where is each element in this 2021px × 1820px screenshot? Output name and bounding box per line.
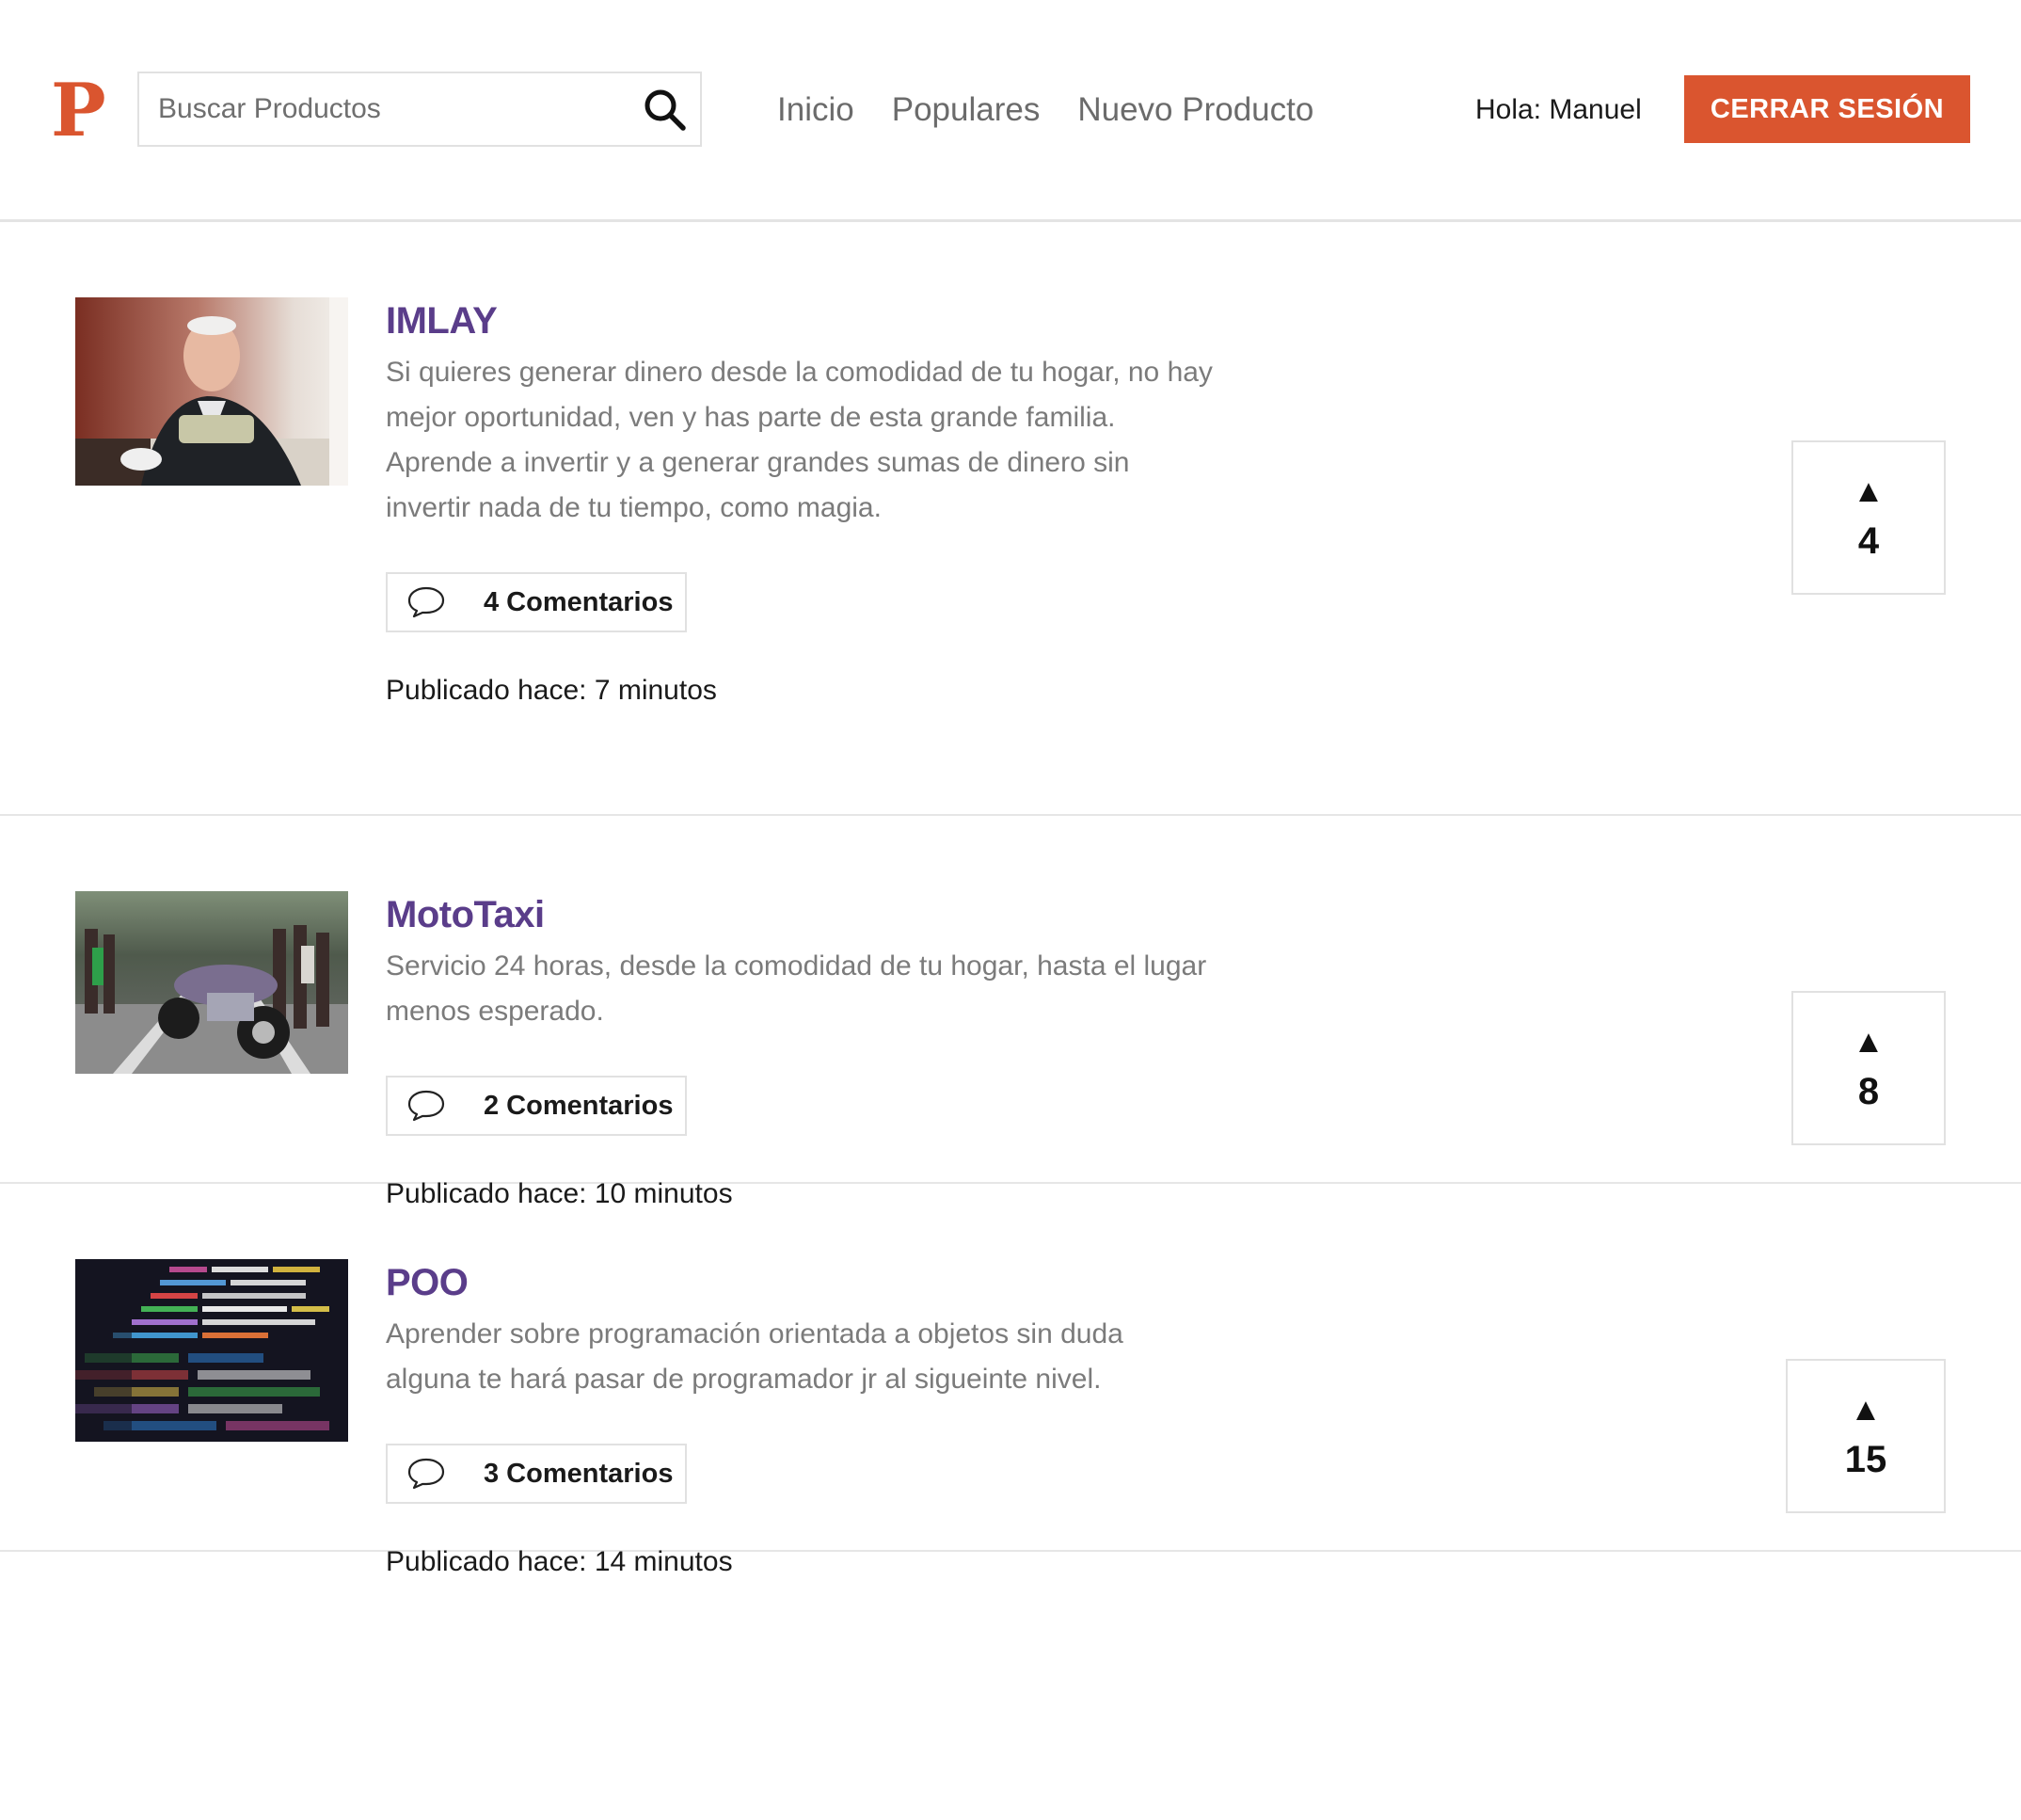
published-time: Publicado hace: 14 minutos xyxy=(386,1546,733,1577)
nav-item-nuevo-producto[interactable]: Nuevo Producto xyxy=(1077,87,1313,134)
nav-item-populares[interactable]: Populares xyxy=(892,87,1041,134)
product-image[interactable] xyxy=(75,891,348,1074)
up-triangle-icon: ▲ xyxy=(1850,1392,1882,1428)
product-description: Servicio 24 horas, desde la comodidad de… xyxy=(386,950,1207,1027)
product-item: IMLAY Si quieres generar dinero desde la… xyxy=(0,222,2021,816)
product-description: Aprender sobre programación orientada a … xyxy=(386,1318,1123,1395)
vote-count: 8 xyxy=(1857,1071,1880,1112)
comments-count: 3 Comentarios xyxy=(484,1458,674,1489)
product-image[interactable] xyxy=(75,297,348,486)
product-info: POO Aprender sobre programación orientad… xyxy=(386,1259,1214,1581)
search-bar xyxy=(137,72,702,147)
search-input[interactable] xyxy=(139,73,629,145)
site-header: P Inicio Populares Nuevo Producto Hola: … xyxy=(0,0,2021,222)
product-item: MotoTaxi Servicio 24 horas, desde la com… xyxy=(0,816,2021,1209)
up-triangle-icon: ▲ xyxy=(1853,1024,1885,1060)
vote-count: 4 xyxy=(1857,520,1880,562)
nav-item-inicio[interactable]: Inicio xyxy=(777,87,854,134)
product-item: POO Aprender sobre programación orientad… xyxy=(0,1184,2021,1577)
comments-count: 4 Comentarios xyxy=(484,586,674,617)
main-nav: Inicio Populares Nuevo Producto xyxy=(777,87,1313,134)
speech-bubble-icon xyxy=(407,586,445,618)
product-title[interactable]: MotoTaxi xyxy=(386,891,1214,938)
comments-button[interactable]: 2 Comentarios xyxy=(386,1076,687,1136)
product-title[interactable]: IMLAY xyxy=(386,297,1214,344)
speech-bubble-icon xyxy=(407,1090,445,1122)
logout-button[interactable]: CERRAR SESIÓN xyxy=(1684,75,1970,143)
product-description: Si quieres generar dinero desde la comod… xyxy=(386,357,1213,523)
vote-button[interactable]: ▲ 15 xyxy=(1786,1359,1946,1513)
product-list: IMLAY Si quieres generar dinero desde la… xyxy=(0,222,2021,1577)
motorcycle-photo xyxy=(75,891,348,1074)
up-triangle-icon: ▲ xyxy=(1853,473,1885,509)
comments-button[interactable]: 4 Comentarios xyxy=(386,572,687,632)
product-info: IMLAY Si quieres generar dinero desde la… xyxy=(386,297,1214,710)
vote-count: 15 xyxy=(1844,1439,1887,1480)
speech-bubble-icon xyxy=(407,1458,445,1490)
product-info: MotoTaxi Servicio 24 horas, desde la com… xyxy=(386,891,1214,1213)
search-button[interactable] xyxy=(642,87,687,132)
published-time: Publicado hace: 7 minutos xyxy=(386,675,717,706)
code-screen-photo xyxy=(75,1259,348,1442)
user-greeting: Hola: Manuel xyxy=(1475,94,1642,125)
vote-button[interactable]: ▲ 4 xyxy=(1791,440,1946,595)
search-icon xyxy=(644,89,686,131)
comments-button[interactable]: 3 Comentarios xyxy=(386,1444,687,1504)
product-image[interactable] xyxy=(75,1259,348,1442)
elderly-man-photo xyxy=(75,297,348,486)
vote-button[interactable]: ▲ 8 xyxy=(1791,991,1946,1145)
product-title[interactable]: POO xyxy=(386,1259,1214,1306)
logo[interactable]: P xyxy=(51,73,106,149)
comments-count: 2 Comentarios xyxy=(484,1090,674,1121)
